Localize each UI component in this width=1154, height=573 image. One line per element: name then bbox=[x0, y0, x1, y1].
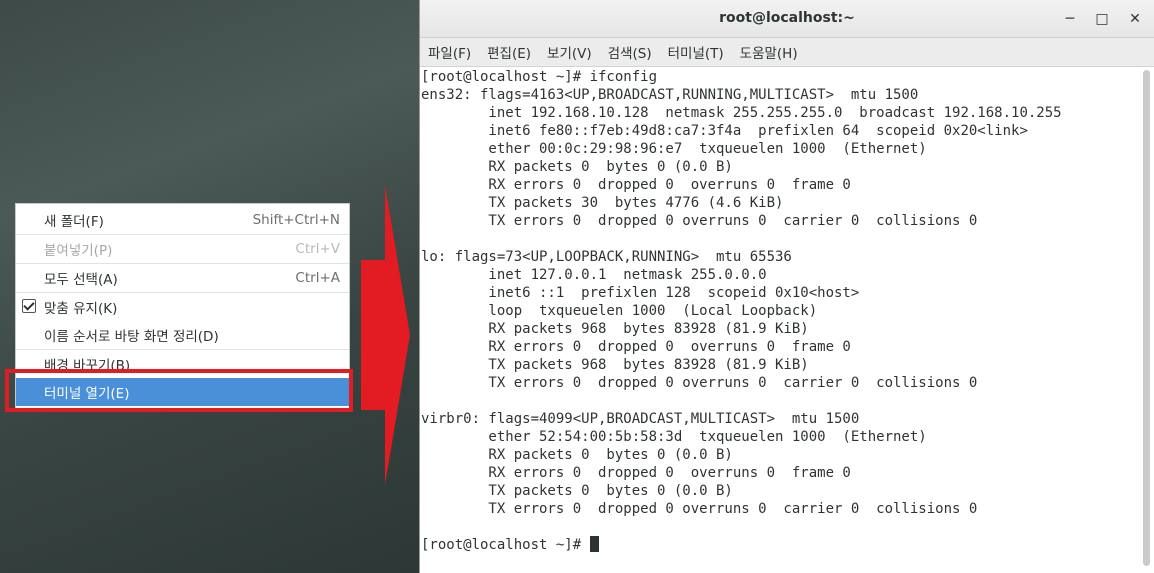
terminal-line: TX errors 0 dropped 0 overruns 0 carrier… bbox=[421, 213, 978, 229]
terminal-line: TX packets 30 bytes 4776 (4.6 KiB) bbox=[421, 195, 784, 211]
minimize-icon[interactable]: ─ bbox=[1060, 9, 1080, 29]
terminal-line: TX errors 0 dropped 0 overruns 0 carrier… bbox=[421, 375, 978, 391]
terminal-line: RX errors 0 dropped 0 overruns 0 frame 0 bbox=[421, 339, 851, 355]
terminal-line: RX packets 968 bytes 83928 (81.9 KiB) bbox=[421, 321, 809, 337]
terminal-output[interactable]: [root@localhost ~]# ifconfig ens32: flag… bbox=[420, 67, 1140, 573]
menu-file[interactable]: 파일(F) bbox=[428, 42, 471, 62]
checkbox-checked-icon bbox=[22, 299, 36, 313]
terminal-line: inet 127.0.0.1 netmask 255.0.0.0 bbox=[421, 267, 767, 283]
terminal-line: inet6 fe80::f7eb:49d8:ca7:3f4a prefixlen… bbox=[421, 123, 1028, 139]
terminal-line: RX packets 0 bytes 0 (0.0 B) bbox=[421, 447, 733, 463]
terminal-line: ether 52:54:00:5b:58:3d txqueuelen 1000 … bbox=[421, 429, 927, 445]
terminal-line: TX packets 968 bytes 83928 (81.9 KiB) bbox=[421, 357, 809, 373]
terminal-line: RX errors 0 dropped 0 overruns 0 frame 0 bbox=[421, 177, 851, 193]
menu-view[interactable]: 보기(V) bbox=[547, 42, 592, 62]
terminal-line: inet6 ::1 prefixlen 128 scopeid 0x10<hos… bbox=[421, 285, 860, 301]
menu-item-label: 모두 선택(A) bbox=[44, 272, 118, 288]
menu-search[interactable]: 검색(S) bbox=[608, 42, 652, 62]
menu-item-label: 붙여넣기(P) bbox=[44, 243, 113, 259]
menu-item-select-all[interactable]: 모두 선택(A) Ctrl+A bbox=[16, 264, 349, 292]
menu-edit[interactable]: 편집(E) bbox=[487, 42, 531, 62]
highlight-box bbox=[5, 369, 353, 412]
menu-item-label: 새 폴더(F) bbox=[44, 214, 104, 230]
terminal-line: RX errors 0 dropped 0 overruns 0 frame 0 bbox=[421, 465, 851, 481]
terminal-line: loop txqueuelen 1000 (Local Loopback) bbox=[421, 303, 818, 319]
terminal-line: lo: flags=73<UP,LOOPBACK,RUNNING> mtu 65… bbox=[421, 249, 792, 265]
menu-item-paste: 붙여넣기(P) Ctrl+V bbox=[16, 235, 349, 263]
terminal-prompt: [root@localhost ~]# bbox=[421, 537, 590, 553]
menu-item-shortcut: Ctrl+V bbox=[295, 241, 340, 257]
terminal-line: virbr0: flags=4099<UP,BROADCAST,MULTICAS… bbox=[421, 411, 860, 427]
terminal-line: ether 00:0c:29:98:96:e7 txqueuelen 1000 … bbox=[421, 141, 927, 157]
menu-bar: 파일(F) 편집(E) 보기(V) 검색(S) 터미널(T) 도움말(H) bbox=[420, 38, 1154, 67]
terminal-line: ens32: flags=4163<UP,BROADCAST,RUNNING,M… bbox=[421, 87, 919, 103]
maximize-icon[interactable]: □ bbox=[1092, 9, 1112, 29]
title-bar[interactable]: root@localhost:~ ─ □ ✕ bbox=[420, 0, 1154, 38]
terminal-line: TX errors 0 dropped 0 overruns 0 carrier… bbox=[421, 501, 978, 517]
terminal-line: [root@localhost ~]# ifconfig bbox=[421, 69, 658, 85]
menu-item-shortcut: Ctrl+A bbox=[295, 270, 340, 286]
menu-help[interactable]: 도움말(H) bbox=[740, 42, 798, 62]
window-title: root@localhost:~ bbox=[719, 10, 855, 26]
terminal-line: TX packets 0 bytes 0 (0.0 B) bbox=[421, 483, 733, 499]
red-arrow-icon bbox=[361, 185, 410, 485]
terminal-cursor bbox=[589, 536, 599, 552]
terminal-line: RX packets 0 bytes 0 (0.0 B) bbox=[421, 159, 733, 175]
terminal-window: root@localhost:~ ─ □ ✕ 파일(F) 편집(E) 보기(V)… bbox=[419, 0, 1154, 573]
terminal-prompt-line: [root@localhost ~]# bbox=[421, 536, 599, 554]
menu-item-keep-aligned[interactable]: 맞춤 유지(K) bbox=[16, 293, 349, 321]
menu-item-new-folder[interactable]: 새 폴더(F) Shift+Ctrl+N bbox=[16, 206, 349, 234]
menu-item-arrange-by-name[interactable]: 이름 순서로 바탕 화면 정리(D) bbox=[16, 321, 349, 349]
menu-item-label: 맞춤 유지(K) bbox=[44, 301, 118, 317]
scrollbar[interactable] bbox=[1143, 70, 1150, 566]
terminal-line: inet 192.168.10.128 netmask 255.255.255.… bbox=[421, 105, 1062, 121]
menu-item-label: 이름 순서로 바탕 화면 정리(D) bbox=[44, 329, 219, 345]
menu-item-shortcut: Shift+Ctrl+N bbox=[252, 212, 340, 228]
menu-terminal[interactable]: 터미널(T) bbox=[668, 42, 724, 62]
close-icon[interactable]: ✕ bbox=[1125, 9, 1145, 29]
